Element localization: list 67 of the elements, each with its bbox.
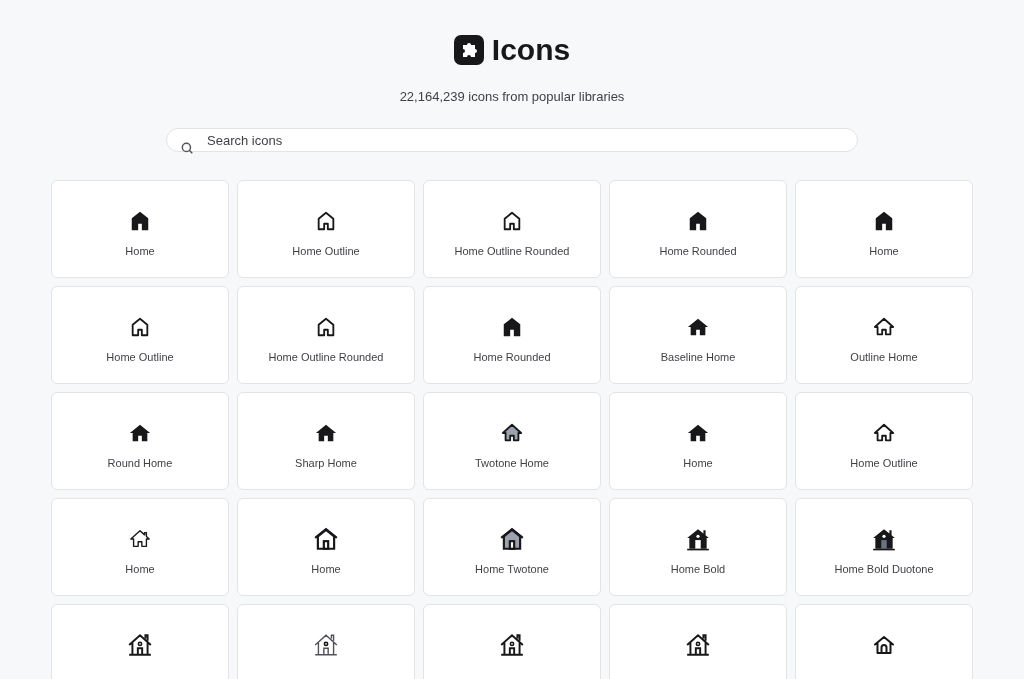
- house-icon: [685, 631, 711, 658]
- icon-card[interactable]: Home Rounded: [609, 179, 787, 278]
- icon-label: Home: [125, 243, 155, 259]
- house-icon: [873, 421, 895, 444]
- icon-label: Home Bold Duotone: [834, 561, 934, 577]
- icon-label: Home Outline: [850, 455, 918, 471]
- subtitle: 22,164,239 icons from popular libraries: [399, 88, 625, 106]
- icon-card[interactable]: Home: [51, 179, 229, 278]
- house-icon: [127, 631, 153, 658]
- icon-card[interactable]: Home Outline: [237, 179, 415, 278]
- icon-card[interactable]: Home: [795, 179, 973, 278]
- icon-label: Home Outline: [292, 243, 360, 259]
- icon-label: Home: [125, 561, 155, 577]
- icon-card[interactable]: Home: [237, 497, 415, 596]
- icon-label: Baseline Home: [660, 349, 736, 365]
- icon-label: Home Bold: [670, 561, 726, 577]
- icon-card[interactable]: Home: [609, 391, 787, 490]
- icon-card[interactable]: Home Rounded: [423, 285, 601, 384]
- house-icon: [501, 209, 523, 232]
- icon-card[interactable]: Twotone Home: [423, 391, 601, 490]
- house-icon: [129, 209, 151, 232]
- house-icon: [315, 209, 337, 232]
- icon-label: Home Outline Rounded: [268, 349, 384, 365]
- icon-card[interactable]: [609, 603, 787, 679]
- house-icon: [501, 421, 523, 444]
- icon-card[interactable]: Baseline Home: [609, 285, 787, 384]
- icon-label: Sharp Home: [295, 455, 357, 471]
- icon-label: Round Home: [107, 455, 173, 471]
- icon-card[interactable]: Home Outline Rounded: [237, 285, 415, 384]
- search-icon: [180, 140, 194, 155]
- icon-label: Home Rounded: [659, 243, 737, 259]
- house-icon: [315, 315, 337, 338]
- icon-card[interactable]: [237, 603, 415, 679]
- house-icon: [499, 525, 525, 552]
- house-icon: [873, 209, 895, 232]
- icon-card[interactable]: Round Home: [51, 391, 229, 490]
- icon-card[interactable]: Home Bold: [609, 497, 787, 596]
- icon-card[interactable]: [51, 603, 229, 679]
- icon-card[interactable]: Outline Home: [795, 285, 973, 384]
- icon-card[interactable]: Home Twotone: [423, 497, 601, 596]
- icon-label: Home: [683, 455, 713, 471]
- house-icon: [501, 315, 523, 338]
- icon-card[interactable]: Home Outline Rounded: [423, 179, 601, 278]
- icon-label: Home: [311, 561, 341, 577]
- house-icon: [499, 631, 525, 658]
- icon-label: Twotone Home: [475, 455, 549, 471]
- house-icon: [313, 525, 339, 552]
- icon-card[interactable]: Home Outline: [51, 285, 229, 384]
- icon-label: Outline Home: [850, 349, 918, 365]
- icon-card[interactable]: Home Bold Duotone: [795, 497, 973, 596]
- page-title: Icons: [491, 35, 571, 65]
- house-icon: [129, 315, 151, 338]
- icon-label: Home Twotone: [475, 561, 549, 577]
- house-icon: [687, 209, 709, 232]
- house-icon: [129, 527, 151, 550]
- icon-card[interactable]: [795, 603, 973, 679]
- icon-label: Home Rounded: [473, 349, 551, 365]
- icon-card[interactable]: Home: [51, 497, 229, 596]
- house-icon: [873, 315, 895, 338]
- puzzle-logo-icon: [453, 35, 484, 65]
- icon-card[interactable]: Home Outline: [795, 391, 973, 490]
- icon-card[interactable]: Sharp Home: [237, 391, 415, 490]
- icon-label: Home: [869, 243, 899, 259]
- icon-card[interactable]: [423, 603, 601, 679]
- icon-label: Home Outline Rounded: [454, 243, 570, 259]
- search-field[interactable]: Search icons: [166, 128, 858, 152]
- icon-label: Home Outline: [106, 349, 174, 365]
